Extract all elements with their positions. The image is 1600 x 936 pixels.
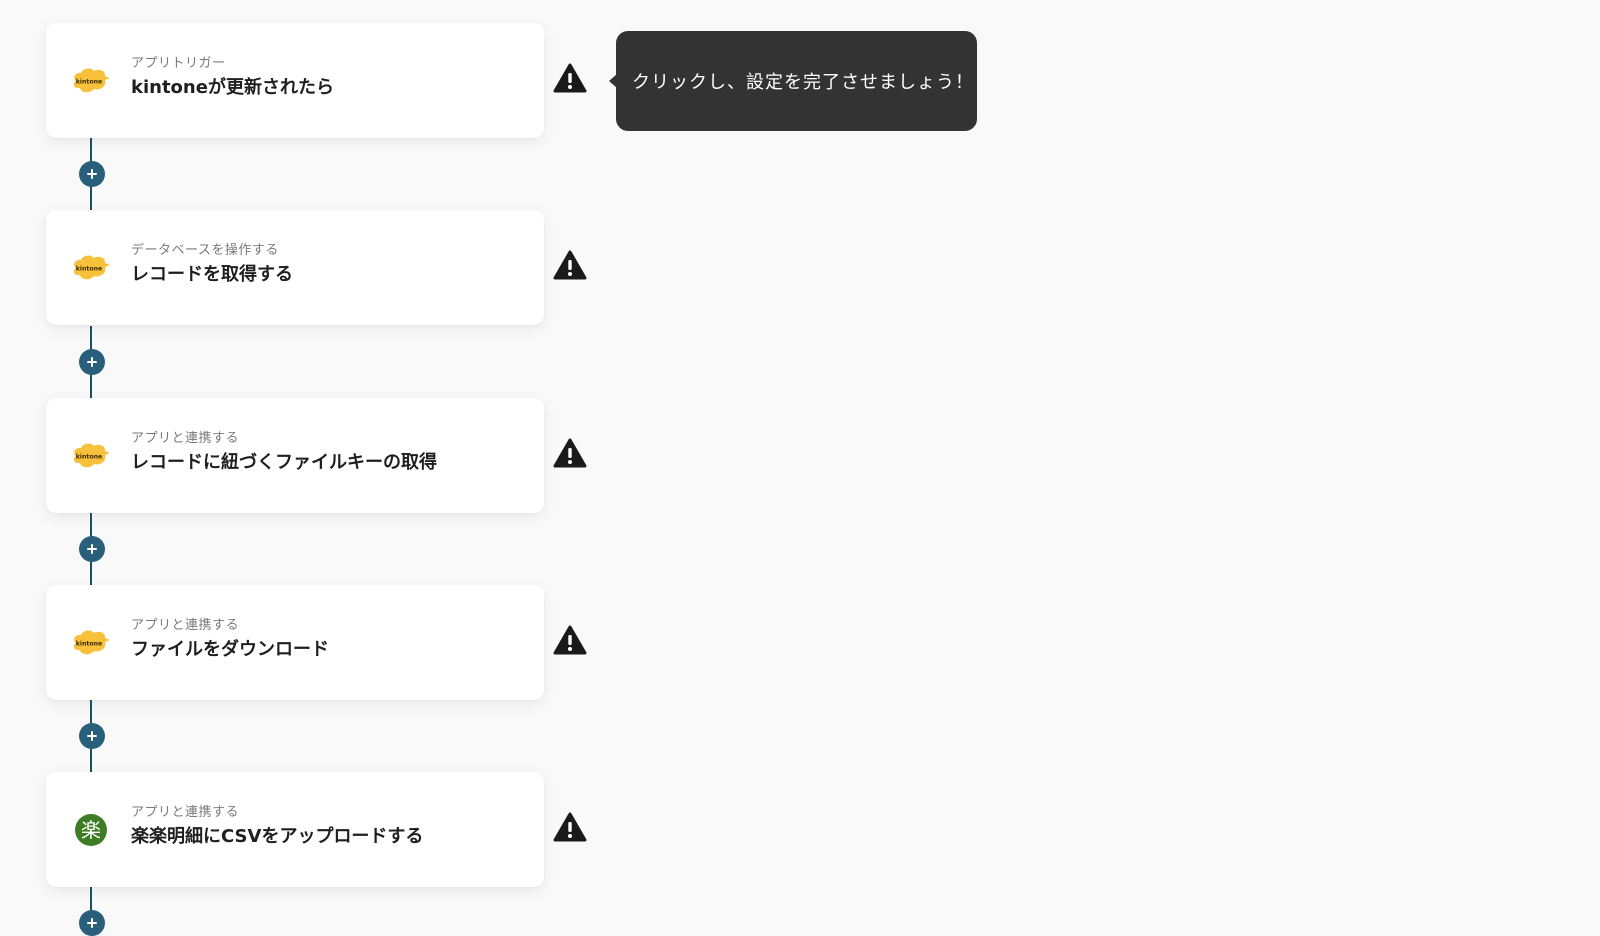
add-step-button[interactable] (79, 723, 105, 749)
step-category: アプリと連携する (131, 805, 240, 820)
rakuraku-icon-text: 楽 (81, 818, 101, 842)
kintone-icon: kintone (70, 438, 112, 474)
flow-step-2[interactable]: kintone データベースを操作する レコードを取得する (46, 210, 544, 325)
step-title: 楽楽明細にCSVをアップロードする (131, 826, 424, 847)
warning-icon[interactable] (553, 63, 587, 93)
plus-icon (87, 544, 97, 554)
flow-step-5[interactable]: 楽 アプリと連携する 楽楽明細にCSVをアップロードする (46, 772, 544, 887)
tooltip-arrow (609, 74, 617, 88)
step-title: ファイルをダウンロード (131, 639, 329, 660)
step-category: データベースを操作する (131, 243, 279, 258)
add-step-button[interactable] (79, 536, 105, 562)
kintone-icon: kintone (70, 250, 112, 286)
add-step-button[interactable] (79, 910, 105, 936)
warning-icon[interactable] (553, 438, 587, 468)
kintone-icon: kintone (70, 63, 112, 99)
flow-step-3[interactable]: kintone アプリと連携する レコードに紐づくファイルキーの取得 (46, 398, 544, 513)
plus-icon (87, 918, 97, 928)
plus-icon (87, 731, 97, 741)
kintone-icon-text: kintone (76, 265, 102, 272)
warning-icon[interactable] (553, 625, 587, 655)
warning-icon[interactable] (553, 812, 587, 842)
step-title: kintoneが更新されたら (131, 77, 334, 98)
workflow-canvas: kintone アプリトリガー kintoneが更新されたら kintone デ… (0, 0, 1000, 936)
plus-icon (87, 169, 97, 179)
kintone-icon-text: kintone (76, 453, 102, 460)
rakuraku-icon: 楽 (70, 812, 112, 848)
warning-icon[interactable] (553, 250, 587, 280)
tooltip-text: クリックし、設定を完了させましょう！ (632, 72, 974, 93)
kintone-icon: kintone (70, 625, 112, 661)
plus-icon (87, 357, 97, 367)
kintone-icon-text: kintone (76, 78, 102, 85)
kintone-icon-text: kintone (76, 640, 102, 647)
step-title: レコードを取得する (131, 264, 293, 285)
step-title: レコードに紐づくファイルキーの取得 (131, 452, 437, 473)
add-step-button[interactable] (79, 161, 105, 187)
step-category: アプリと連携する (131, 431, 240, 446)
step-category: アプリと連携する (131, 618, 240, 633)
setup-tooltip: クリックし、設定を完了させましょう！ (609, 31, 977, 131)
flow-step-1[interactable]: kintone アプリトリガー kintoneが更新されたら (46, 23, 544, 138)
step-category: アプリトリガー (131, 56, 226, 71)
add-step-button[interactable] (79, 349, 105, 375)
flow-step-4[interactable]: kintone アプリと連携する ファイルをダウンロード (46, 585, 544, 700)
